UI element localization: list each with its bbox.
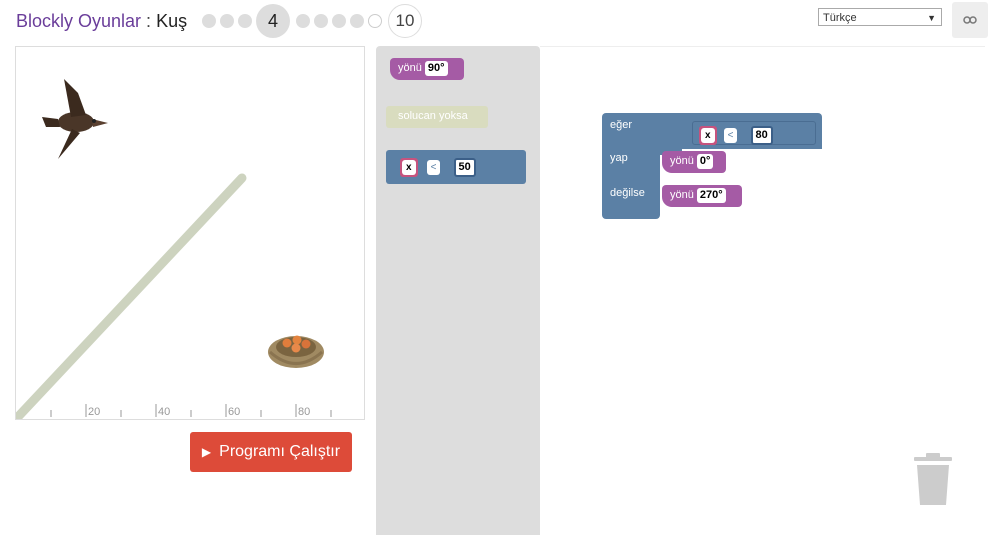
block-toolbox: yönü 90° solucan yoksa x < 50 (376, 46, 540, 535)
tick-label-80: 80 (298, 406, 310, 418)
else-heading-block[interactable]: yönü 270° (662, 185, 742, 207)
visualization-canvas: 20 40 60 80 (16, 79, 332, 419)
level-dot-8[interactable] (350, 14, 364, 28)
do-heading-angle-field[interactable]: 0° (696, 154, 714, 169)
heading-angle-field[interactable]: 90° (424, 61, 448, 76)
wall-line (16, 173, 247, 419)
do-heading-label: yönü (670, 155, 694, 167)
else-label: değilse (610, 187, 645, 199)
else-heading-angle-field[interactable]: 270° (696, 188, 726, 203)
condition-block[interactable]: x < 80 (692, 121, 816, 145)
bird-icon (42, 79, 108, 159)
game-name: Kuş (156, 11, 188, 31)
no-worm-block[interactable]: solucan yoksa (386, 106, 488, 128)
current-level: 4 (256, 4, 290, 38)
level-selector: 4 10 (202, 4, 422, 38)
language-value: Türkçe (823, 12, 857, 24)
tick-label-60: 60 (228, 406, 240, 418)
nest-icon (268, 335, 324, 368)
language-select[interactable]: Türkçe ▼ (818, 8, 942, 26)
link-icon (963, 16, 977, 24)
run-program-label: Programı Çalıştır (219, 443, 341, 460)
play-icon: ▶ (201, 445, 212, 459)
tick-label-40: 40 (158, 406, 170, 418)
header: Blockly Oyunlar : Kuş 4 10 Türkçe ▼ (0, 0, 994, 44)
compare-block[interactable]: x < 50 (386, 150, 526, 184)
do-label: yap (610, 152, 628, 164)
compare-value-field[interactable]: 50 (453, 158, 476, 177)
level-dot-9[interactable] (368, 14, 382, 28)
condition-var-wrap: x (699, 126, 717, 145)
max-level[interactable]: 10 (388, 4, 422, 38)
compare-var-dropdown[interactable]: x (402, 160, 416, 175)
title-separator: : (141, 11, 157, 31)
level-dot-5[interactable] (296, 14, 310, 28)
level-dot-2[interactable] (220, 14, 234, 28)
heading-block-label: yönü (398, 62, 422, 74)
condition-op-dropdown[interactable]: < (723, 128, 738, 143)
level-dot-3[interactable] (238, 14, 252, 28)
condition-var-dropdown[interactable]: x (701, 128, 715, 143)
link-button[interactable] (952, 2, 988, 38)
no-worm-block-label: solucan yoksa (398, 110, 468, 122)
run-program-button[interactable]: ▶ Programı Çalıştır (190, 432, 352, 472)
page-title: Blockly Oyunlar : Kuş (16, 8, 187, 34)
heading-block[interactable]: yönü 90° (390, 58, 464, 80)
do-heading-block[interactable]: yönü 0° (662, 151, 726, 173)
game-visualization: 20 40 60 80 (15, 46, 365, 420)
level-dot-1[interactable] (202, 14, 216, 28)
condition-value-field[interactable]: 80 (750, 126, 773, 145)
else-heading-label: yönü (670, 189, 694, 201)
level-dot-6[interactable] (314, 14, 328, 28)
if-label: eğer (610, 119, 633, 131)
workspace[interactable]: eğer yap değilse x < 80 yönü 0° yönü 270… (540, 46, 985, 536)
level-dot-7[interactable] (332, 14, 346, 28)
compare-var-wrap: x (400, 158, 418, 177)
trash-icon[interactable] (914, 453, 952, 505)
compare-op-dropdown[interactable]: < (426, 160, 441, 175)
app-name-link[interactable]: Blockly Oyunlar (16, 11, 141, 31)
dropdown-arrow-icon: ▼ (927, 13, 936, 23)
tick-label-20: 20 (88, 406, 100, 418)
